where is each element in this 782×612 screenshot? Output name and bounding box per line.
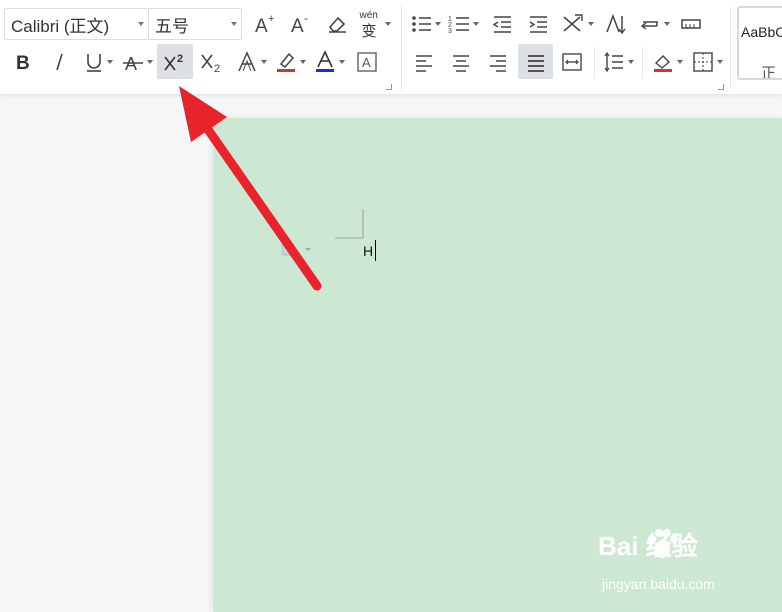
decrease-indent-button[interactable]: [488, 7, 516, 41]
svg-text:B: B: [16, 53, 30, 73]
watermark-url: jingyan.baidu.com: [602, 576, 715, 592]
watermark-brand: Bai 经验: [598, 531, 698, 561]
line-spacing-icon: [604, 51, 623, 73]
phonetic-char: 变: [361, 23, 377, 40]
chevron-down-icon: [663, 22, 670, 26]
subscript-icon: 2: [201, 54, 220, 74]
bold-button[interactable]: B: [8, 45, 38, 79]
svg-text:A: A: [255, 16, 268, 36]
chevron-down-icon: [299, 60, 306, 64]
text-caret: [375, 240, 376, 261]
align-center-icon: [453, 55, 469, 72]
phonetic-guide-icon: wén 变: [360, 10, 382, 40]
svg-text:2: 2: [177, 53, 183, 65]
font-group-launcher[interactable]: [386, 84, 392, 90]
group-separator: [642, 46, 643, 78]
increase-font-icon: A +: [255, 13, 274, 36]
chevron-down-icon: [384, 22, 391, 26]
show-marks-icon: [640, 21, 658, 30]
chevron-down-icon: [146, 60, 153, 64]
line-spacing-button[interactable]: [599, 45, 637, 79]
decrease-font-button[interactable]: A-: [286, 7, 314, 41]
ruler-button[interactable]: [677, 7, 705, 41]
baidu-watermark: Bai 经验 jingyan.baidu.com: [598, 526, 768, 596]
italic-icon: [56, 53, 63, 71]
font-color-icon: [315, 50, 334, 72]
style-gallery-item[interactable]: AaBbC 正: [737, 6, 782, 80]
shading-button[interactable]: [648, 45, 686, 79]
distributed-button[interactable]: [558, 45, 586, 79]
chevron-down-icon: [260, 60, 267, 64]
decrease-indent-icon: [492, 16, 511, 33]
align-left-icon: [416, 55, 432, 72]
paragraph-group-launcher[interactable]: [718, 84, 724, 90]
svg-text:A: A: [362, 55, 371, 70]
group-separator: [730, 6, 731, 90]
clear-format-button[interactable]: [323, 7, 351, 41]
show-marks-button[interactable]: [636, 7, 672, 41]
increase-indent-icon: [529, 16, 547, 33]
underline-icon: [86, 54, 101, 72]
bullets-button[interactable]: [408, 7, 442, 41]
chinese-layout-icon: [563, 14, 583, 32]
shading-icon: [653, 55, 672, 72]
italic-button[interactable]: [45, 45, 75, 79]
char-border-button[interactable]: A: [352, 45, 382, 79]
chevron-down-icon: [231, 22, 237, 26]
char-border-icon: A: [357, 52, 377, 72]
decrease-font-icon: A-: [291, 12, 308, 36]
font-name-value: Calibri (正文): [11, 16, 110, 36]
superscript-icon: 2: [164, 53, 183, 70]
bullets-icon: [411, 16, 431, 32]
ruler-icon: [681, 19, 701, 29]
font-size-value: 五号: [155, 16, 189, 36]
chevron-down-icon: [106, 60, 113, 64]
chevron-down-icon: [587, 22, 594, 26]
ribbon-toolbar: Calibri (正文) 五号 A + A- wén 变 B A 2 2 A 1…: [0, 0, 782, 95]
increase-indent-button[interactable]: [524, 7, 552, 41]
chevron-down-icon: [627, 60, 634, 64]
align-right-button[interactable]: [484, 45, 512, 79]
document-text: H: [363, 243, 374, 259]
strikethrough-icon: A: [122, 54, 143, 73]
bold-icon: B: [16, 53, 30, 73]
font-size-combo[interactable]: 五号: [148, 8, 242, 40]
clear-format-icon: [328, 16, 346, 33]
underline-button[interactable]: [79, 45, 117, 79]
svg-text:3: 3: [448, 28, 452, 35]
chevron-down-icon: [138, 22, 144, 26]
justify-button[interactable]: [518, 44, 553, 79]
chevron-down-icon: [434, 22, 441, 26]
numbering-button[interactable]: 123: [446, 7, 480, 41]
style-preview-text: AaBbC: [741, 24, 782, 40]
chevron-down-icon: [676, 60, 683, 64]
sort-button[interactable]: [601, 7, 629, 41]
increase-font-button[interactable]: A +: [250, 7, 278, 41]
chevron-down-icon: [338, 60, 345, 64]
group-separator: [594, 46, 595, 78]
phonetic-guide-button[interactable]: wén 变: [358, 7, 392, 41]
highlighter-icon: [276, 52, 295, 72]
font-name-combo[interactable]: Calibri (正文): [4, 8, 149, 40]
sort-icon: [606, 13, 626, 35]
chevron-down-icon: [472, 22, 479, 26]
distributed-icon: [562, 53, 582, 71]
group-separator: [401, 6, 402, 90]
borders-button[interactable]: [688, 45, 726, 79]
strikethrough-button[interactable]: A: [118, 45, 156, 79]
svg-text:+: +: [268, 13, 274, 25]
numbering-icon: 123: [448, 16, 469, 35]
align-left-button[interactable]: [410, 45, 438, 79]
align-center-button[interactable]: [447, 45, 475, 79]
chinese-layout-button[interactable]: [559, 7, 595, 41]
chevron-down-icon: [716, 60, 723, 64]
svg-text:-: -: [304, 12, 308, 25]
text-effect-icon: [237, 51, 256, 72]
style-name: 正: [761, 65, 777, 80]
annotation-arrow: [179, 86, 322, 291]
align-right-icon: [490, 55, 506, 72]
svg-text:A: A: [291, 16, 304, 36]
justify-icon: [527, 54, 544, 72]
borders-icon: [692, 52, 713, 72]
